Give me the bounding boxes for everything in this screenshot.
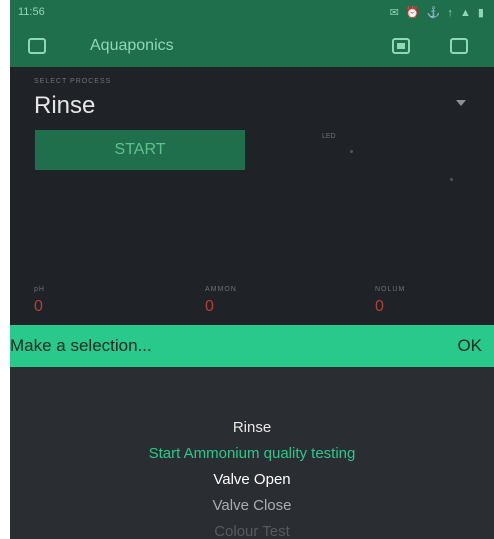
- picker-option-valve-open[interactable]: Valve Open: [10, 471, 494, 488]
- ok-button[interactable]: OK: [457, 336, 482, 356]
- selection-banner: Make a selection... OK: [10, 325, 494, 367]
- picker-option-rinse[interactable]: Rinse: [10, 419, 494, 436]
- indicator-dot: [450, 178, 453, 181]
- process-dropdown[interactable]: Rinse: [34, 92, 95, 120]
- picker-option-colour-test[interactable]: Colour Test: [10, 523, 494, 539]
- phone-screen: 11:56 ✉ ⏰ ⚓ ↑ ▲ ▮ Aquaponics SELECT PROC…: [10, 0, 494, 539]
- value-ammonium: 0: [205, 298, 214, 315]
- value-label-ph: pH: [34, 286, 45, 293]
- status-icons: ✉ ⏰ ⚓ ↑ ▲ ▮: [389, 7, 486, 19]
- app-title: Aquaponics: [90, 37, 174, 54]
- square-icon[interactable]: [450, 38, 468, 54]
- indicator-dot: [350, 150, 353, 153]
- led-label: LED: [322, 133, 336, 140]
- value-third: 0: [375, 298, 384, 315]
- picker-option-start-ammonium-testing[interactable]: Start Ammonium quality testing: [10, 445, 494, 462]
- status-bar: 11:56 ✉ ⏰ ⚓ ↑ ▲ ▮: [10, 0, 494, 25]
- dropdown-label: SELECT PROCESS: [34, 78, 112, 85]
- battery-icon[interactable]: [392, 38, 410, 54]
- status-time: 11:56: [18, 6, 45, 18]
- start-button[interactable]: START: [35, 130, 245, 170]
- selection-message: Make a selection...: [10, 336, 152, 355]
- value-label-third: NOLUM: [375, 286, 406, 293]
- option-picker[interactable]: Rinse Start Ammonium quality testing Val…: [10, 367, 494, 539]
- back-icon[interactable]: [28, 38, 46, 54]
- picker-option-valve-close[interactable]: Valve Close: [10, 497, 494, 514]
- value-label-ammonium: AMMON: [205, 286, 237, 293]
- value-ph: 0: [34, 298, 43, 315]
- chevron-down-icon[interactable]: [456, 100, 466, 106]
- app-bar: Aquaponics: [10, 25, 494, 67]
